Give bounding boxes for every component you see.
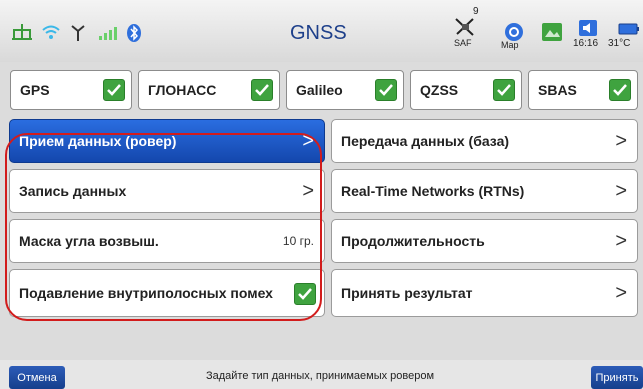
checkbox-qzss[interactable]: [493, 79, 515, 101]
menu-label: Real-Time Networks (RTNs): [341, 182, 525, 199]
menu-label: Подавление внутриполосных помех: [19, 284, 273, 301]
checkbox-sbas[interactable]: [609, 79, 631, 101]
menu-duration[interactable]: Продолжительность >: [331, 219, 638, 263]
checkbox-inband-interference[interactable]: [294, 283, 316, 305]
menu-accept-result[interactable]: Принять результат >: [331, 269, 638, 317]
menu-label: Маска угла возвыш.: [19, 232, 159, 249]
chevron-right-icon: >: [615, 179, 627, 202]
clock: 16:16: [573, 38, 599, 49]
tab-galileo[interactable]: Galileo: [286, 70, 404, 110]
cancel-button[interactable]: Отмена: [9, 366, 65, 389]
volume-icon[interactable]: [577, 18, 599, 38]
chevron-right-icon: >: [615, 281, 627, 304]
check-icon: [107, 84, 121, 96]
tab-gps[interactable]: GPS: [10, 70, 132, 110]
chevron-right-icon: >: [615, 229, 627, 252]
tab-sbas[interactable]: SBAS: [528, 70, 638, 110]
signal-icon: [97, 24, 119, 42]
tab-label: GPS: [20, 82, 50, 98]
photo-icon[interactable]: [540, 21, 564, 43]
check-icon: [379, 84, 393, 96]
network-icon: [10, 22, 34, 42]
wifi-icon: [40, 22, 62, 42]
check-icon: [613, 84, 627, 96]
checkbox-galileo[interactable]: [375, 79, 397, 101]
chevron-right-icon: >: [615, 129, 627, 152]
tab-label: SBAS: [538, 82, 577, 98]
tab-label: Galileo: [296, 82, 343, 98]
check-icon: [497, 84, 511, 96]
accept-button[interactable]: Принять: [591, 366, 643, 389]
bluetooth-icon: [124, 22, 144, 44]
menu-label: Запись данных: [19, 182, 127, 199]
menu-data-logging[interactable]: Запись данных >: [9, 169, 325, 213]
satellite-icon[interactable]: [452, 14, 480, 40]
menu-base-data[interactable]: Передача данных (база) >: [331, 119, 638, 163]
antenna-icon: [69, 24, 87, 42]
menu-label: Продолжительность: [341, 232, 485, 249]
menu-label: Передача данных (база): [341, 132, 510, 149]
tab-glonass[interactable]: ГЛОНАСС: [138, 70, 280, 110]
chevron-right-icon: >: [302, 179, 314, 202]
menu-label: Прием данных (ровер): [19, 132, 177, 149]
menu-rtn[interactable]: Real-Time Networks (RTNs) >: [331, 169, 638, 213]
map-label: Map: [501, 40, 519, 50]
chevron-right-icon: >: [302, 129, 314, 152]
satellite-count: 9: [473, 6, 479, 17]
check-icon: [298, 288, 312, 300]
tab-qzss[interactable]: QZSS: [410, 70, 522, 110]
status-bar: GNSS 9 SAF Map 16:16 31°C: [0, 0, 643, 62]
menu-label: Принять результат: [341, 284, 473, 301]
map-icon[interactable]: [503, 22, 525, 42]
battery-icon: [617, 22, 641, 36]
menu-elevation-mask[interactable]: Маска угла возвыш. 10 гр.: [9, 219, 325, 263]
tab-label: QZSS: [420, 82, 459, 98]
menu-rover-data[interactable]: Прием данных (ровер) >: [9, 119, 325, 163]
hint-text: Задайте тип данных, принимаемых ровером: [205, 370, 435, 382]
check-icon: [255, 84, 269, 96]
elevation-mask-value: 10 гр.: [282, 234, 314, 248]
checkbox-gps[interactable]: [103, 79, 125, 101]
checkbox-glonass[interactable]: [251, 79, 273, 101]
temperature: 31°C: [608, 38, 631, 49]
satellite-sub: SAF: [454, 38, 472, 48]
tab-label: ГЛОНАСС: [148, 82, 217, 98]
page-title: GNSS: [290, 22, 347, 44]
menu-inband-interference[interactable]: Подавление внутриполосных помех: [9, 269, 325, 317]
